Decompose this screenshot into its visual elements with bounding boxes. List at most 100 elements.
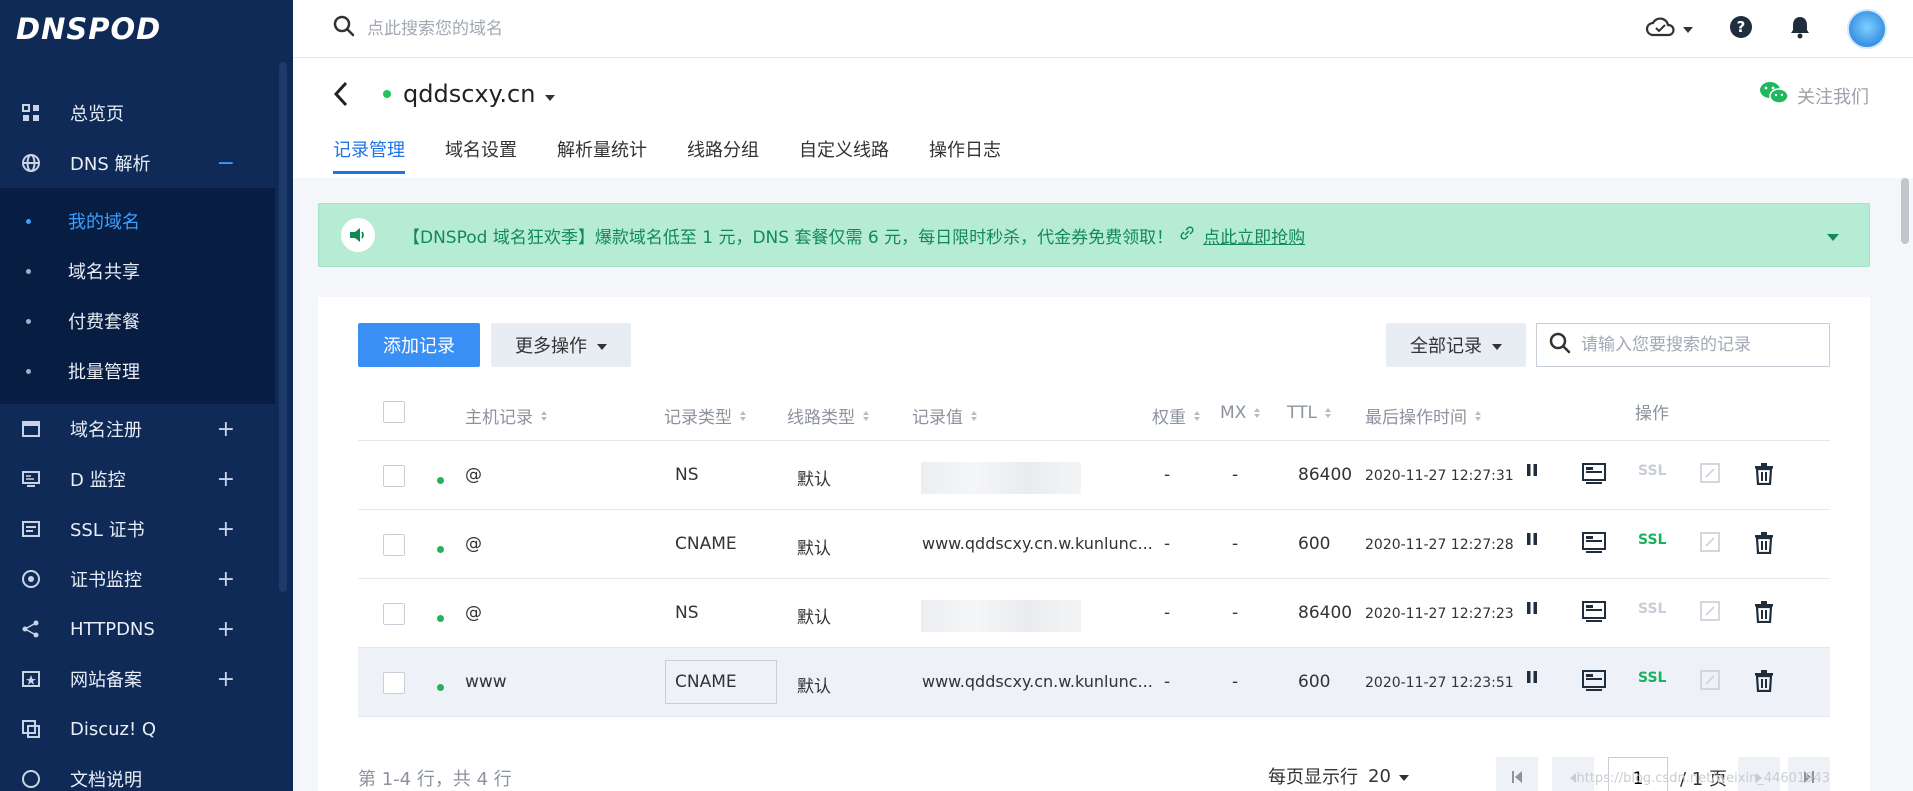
remark-icon[interactable]: [1582, 601, 1606, 623]
cell-value[interactable]: www.qddscxy.cn.w.kunlunc...: [922, 672, 1153, 691]
tab-stats[interactable]: 解析量统计: [557, 136, 647, 174]
column-header-host[interactable]: 主机记录: [465, 403, 547, 428]
cell-line[interactable]: 默认: [797, 534, 831, 559]
cell-ttl[interactable]: 600: [1298, 534, 1330, 554]
sidebar-item-domain-register[interactable]: 域名注册 +: [0, 404, 275, 454]
sidebar-item-ssl[interactable]: SSL 证书 +: [0, 504, 275, 554]
promo-link[interactable]: 点此立即抢购: [1203, 223, 1305, 248]
sidebar-scrollbar[interactable]: [279, 62, 287, 592]
main-scrollbar[interactable]: [1901, 130, 1909, 790]
user-menu[interactable]: [1847, 9, 1913, 49]
sidebar-subitem-paid-plans[interactable]: 付费套餐: [0, 296, 275, 346]
column-header-ttl[interactable]: TTL: [1287, 403, 1331, 423]
delete-icon[interactable]: [1754, 601, 1774, 623]
page-size-select[interactable]: 每页显示行 20: [1268, 763, 1409, 789]
cell-line[interactable]: 默认: [797, 465, 831, 490]
back-icon[interactable]: [333, 80, 349, 113]
cell-line[interactable]: 默认: [797, 603, 831, 628]
column-header-mx[interactable]: MX: [1220, 403, 1261, 423]
sidebar-item-docs[interactable]: 文档说明: [0, 754, 275, 791]
column-header-time[interactable]: 最后操作时间: [1365, 403, 1481, 428]
cell-type[interactable]: NS: [675, 465, 699, 485]
cell-type[interactable]: CNAME: [675, 534, 737, 554]
pause-icon[interactable]: [1526, 601, 1538, 615]
remark-icon[interactable]: [1582, 670, 1606, 692]
more-actions-button[interactable]: 更多操作: [491, 323, 631, 367]
search-icon[interactable]: [333, 15, 355, 42]
sidebar-item-icp[interactable]: 网站备案 +: [0, 654, 275, 704]
sidebar-subitem-my-domains[interactable]: 我的域名: [0, 196, 275, 246]
notification-button[interactable]: [1789, 15, 1811, 44]
ssl-button[interactable]: SSL: [1638, 463, 1666, 479]
edit-icon[interactable]: [1700, 463, 1720, 483]
delete-icon[interactable]: [1754, 463, 1774, 485]
tab-line-groups[interactable]: 线路分组: [687, 136, 759, 174]
sidebar-subitem-batch[interactable]: 批量管理: [0, 346, 275, 396]
scrollbar-thumb[interactable]: [1901, 178, 1909, 244]
sidebar-subitem-domain-share[interactable]: 域名共享: [0, 246, 275, 296]
cell-ttl[interactable]: 86400: [1298, 603, 1352, 623]
table-row[interactable]: @ NS 默认 - - 86400 2020-11-27 12:27:23 SS…: [358, 579, 1830, 648]
column-header-type[interactable]: 记录类型: [664, 403, 746, 428]
cell-type[interactable]: CNAME: [675, 672, 737, 692]
remark-icon[interactable]: [1582, 463, 1606, 485]
delete-icon[interactable]: [1754, 670, 1774, 692]
remark-icon[interactable]: [1582, 532, 1606, 554]
cell-ttl[interactable]: 600: [1298, 672, 1330, 692]
cloud-menu[interactable]: [1645, 16, 1693, 43]
column-header-value[interactable]: 记录值: [912, 403, 977, 428]
edit-icon[interactable]: [1700, 532, 1720, 552]
chevron-down-icon[interactable]: [1827, 227, 1839, 247]
tab-domain-settings[interactable]: 域名设置: [445, 136, 517, 174]
sidebar-item-cert-monitor[interactable]: 证书监控 +: [0, 554, 275, 604]
row-checkbox[interactable]: [383, 534, 405, 556]
table-row[interactable]: @ CNAME 默认 www.qddscxy.cn.w.kunlunc... -…: [358, 510, 1830, 579]
tab-custom-lines[interactable]: 自定义线路: [799, 136, 889, 174]
ssl-button[interactable]: SSL: [1638, 601, 1666, 617]
ssl-button[interactable]: SSL: [1638, 532, 1666, 548]
record-search-input[interactable]: [1581, 335, 1811, 355]
search-icon[interactable]: [1549, 332, 1571, 359]
edit-icon[interactable]: [1700, 670, 1720, 690]
cell-ttl[interactable]: 86400: [1298, 465, 1352, 485]
expand-icon[interactable]: +: [217, 467, 235, 492]
sidebar-item-d-monitor[interactable]: D 监控 +: [0, 454, 275, 504]
domain-search-input[interactable]: [367, 18, 767, 39]
help-button[interactable]: ?: [1729, 15, 1753, 44]
column-header-line[interactable]: 线路类型: [787, 403, 869, 428]
pause-icon[interactable]: [1526, 670, 1538, 684]
sidebar-item-overview[interactable]: 总览页: [0, 88, 275, 138]
pause-icon[interactable]: [1526, 532, 1538, 546]
table-row[interactable]: @ NS 默认 - - 86400 2020-11-27 12:27:31 SS…: [358, 441, 1830, 510]
logo[interactable]: DNSPOD: [0, 0, 293, 58]
table-row[interactable]: www CNAME 默认 www.qddscxy.cn.w.kunlunc...…: [358, 648, 1830, 717]
expand-icon[interactable]: +: [217, 617, 235, 642]
add-record-button[interactable]: 添加记录: [358, 323, 480, 367]
sidebar-item-discuz[interactable]: Discuz! Q: [0, 704, 275, 754]
cell-line[interactable]: 默认: [797, 672, 831, 697]
cell-type[interactable]: NS: [675, 603, 699, 623]
select-all-checkbox[interactable]: [383, 401, 405, 423]
collapse-icon[interactable]: −: [217, 151, 235, 176]
row-checkbox[interactable]: [383, 603, 405, 625]
expand-icon[interactable]: +: [217, 667, 235, 692]
first-page-button[interactable]: [1496, 757, 1538, 791]
pause-icon[interactable]: [1526, 463, 1538, 477]
ssl-button[interactable]: SSL: [1638, 670, 1666, 686]
row-checkbox[interactable]: [383, 672, 405, 694]
domain-selector[interactable]: qddscxy.cn: [383, 80, 556, 108]
sidebar-item-dns[interactable]: DNS 解析 −: [0, 138, 275, 188]
edit-icon[interactable]: [1700, 601, 1720, 621]
expand-icon[interactable]: +: [217, 567, 235, 592]
follow-us-link[interactable]: 关注我们: [1759, 80, 1869, 111]
expand-icon[interactable]: +: [217, 417, 235, 442]
expand-icon[interactable]: +: [217, 517, 235, 542]
tab-logs[interactable]: 操作日志: [929, 136, 1001, 174]
tab-records[interactable]: 记录管理: [333, 136, 405, 174]
row-checkbox[interactable]: [383, 465, 405, 487]
sidebar-item-httpdns[interactable]: HTTPDNS +: [0, 604, 275, 654]
record-filter-dropdown[interactable]: 全部记录: [1386, 323, 1526, 367]
delete-icon[interactable]: [1754, 532, 1774, 554]
column-header-weight[interactable]: 权重: [1152, 403, 1200, 428]
cell-value[interactable]: www.qddscxy.cn.w.kunlunc...: [922, 534, 1153, 553]
